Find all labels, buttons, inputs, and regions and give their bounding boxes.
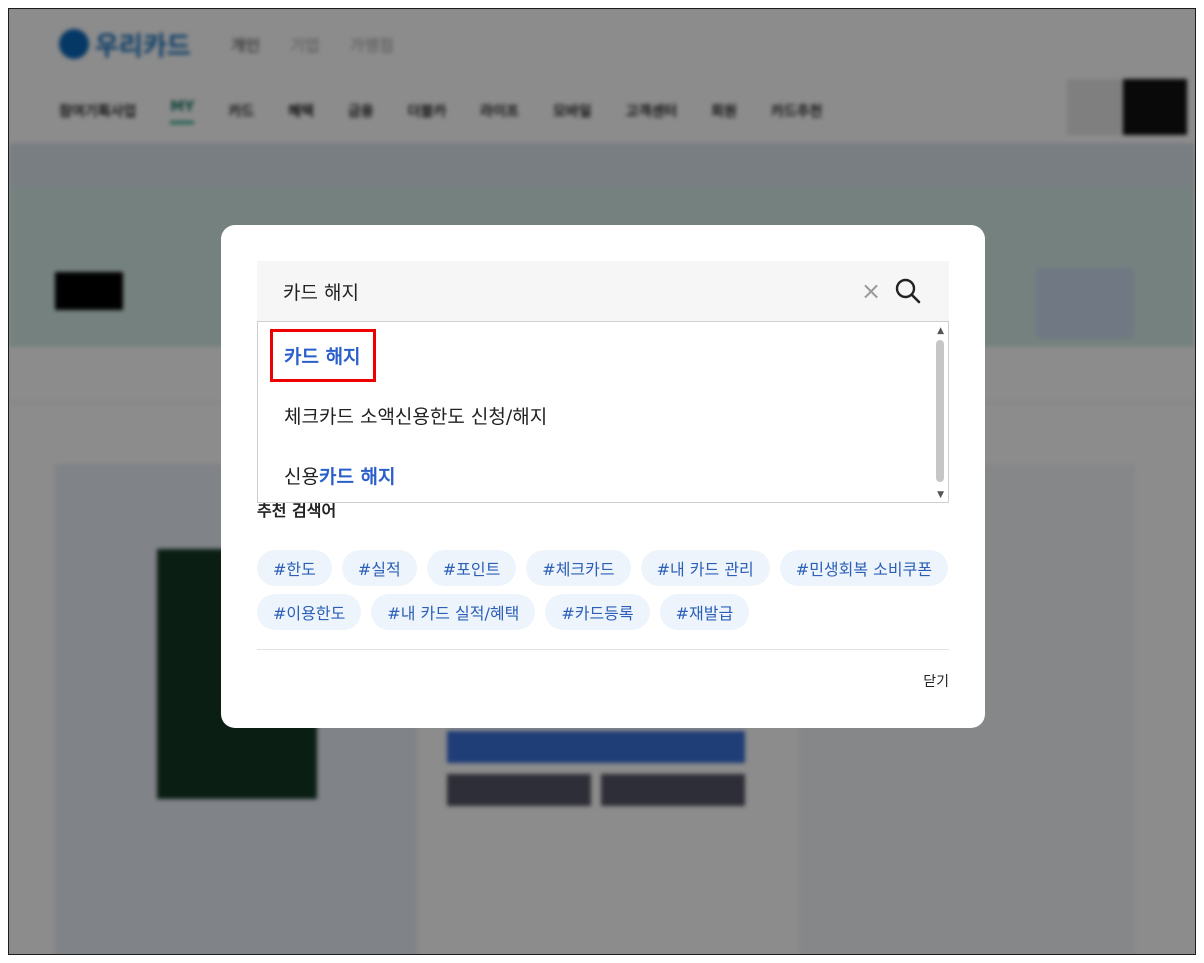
scrollbar[interactable]: ▲ ▼ (932, 322, 948, 502)
suggestion-text: 체크카드 소액신용한도 신청/해지 (284, 406, 548, 428)
tag-usage-limit[interactable]: #이용한도 (257, 594, 362, 630)
search-modal: × 카드 해지 체크카드 소액신용한도 신청/해지 신용카드 해지 ▲ ▼ 추천… (221, 225, 985, 728)
divider (257, 649, 949, 650)
tag-performance[interactable]: #실적 (341, 550, 417, 586)
suggestion-highlight: 카드 해지 (318, 466, 396, 488)
tag-list: #한도 #실적 #포인트 #체크카드 #내 카드 관리 #민생회복 소비쿠폰 #… (257, 550, 957, 630)
tag-card-register[interactable]: #카드등록 (545, 594, 650, 630)
scroll-down-icon[interactable]: ▼ (937, 490, 944, 500)
tag-coupon[interactable]: #민생회복 소비쿠폰 (779, 550, 949, 586)
scroll-thumb[interactable] (936, 340, 944, 482)
tag-my-card-manage[interactable]: #내 카드 관리 (640, 550, 770, 586)
tag-limit[interactable]: #한도 (257, 550, 332, 586)
autocomplete-list: 카드 해지 체크카드 소액신용한도 신청/해지 신용카드 해지 ▲ ▼ (257, 321, 949, 503)
search-input[interactable] (283, 280, 859, 302)
suggestion-item[interactable]: 신용카드 해지 (284, 462, 396, 489)
scroll-up-icon[interactable]: ▲ (937, 326, 944, 336)
highlight-box (270, 329, 376, 382)
tag-my-card-benefit[interactable]: #내 카드 실적/혜택 (371, 594, 536, 630)
tag-check-card[interactable]: #체크카드 (526, 550, 631, 586)
close-icon[interactable]: × (859, 277, 883, 305)
search-icon[interactable] (893, 276, 923, 306)
suggestion-text: 신용 (284, 466, 319, 488)
search-box: × (257, 261, 949, 321)
suggestion-item[interactable]: 체크카드 소액신용한도 신청/해지 (284, 402, 547, 429)
close-button[interactable]: 닫기 (923, 671, 949, 691)
tag-reissue[interactable]: #재발급 (659, 594, 750, 630)
tag-points[interactable]: #포인트 (426, 550, 517, 586)
